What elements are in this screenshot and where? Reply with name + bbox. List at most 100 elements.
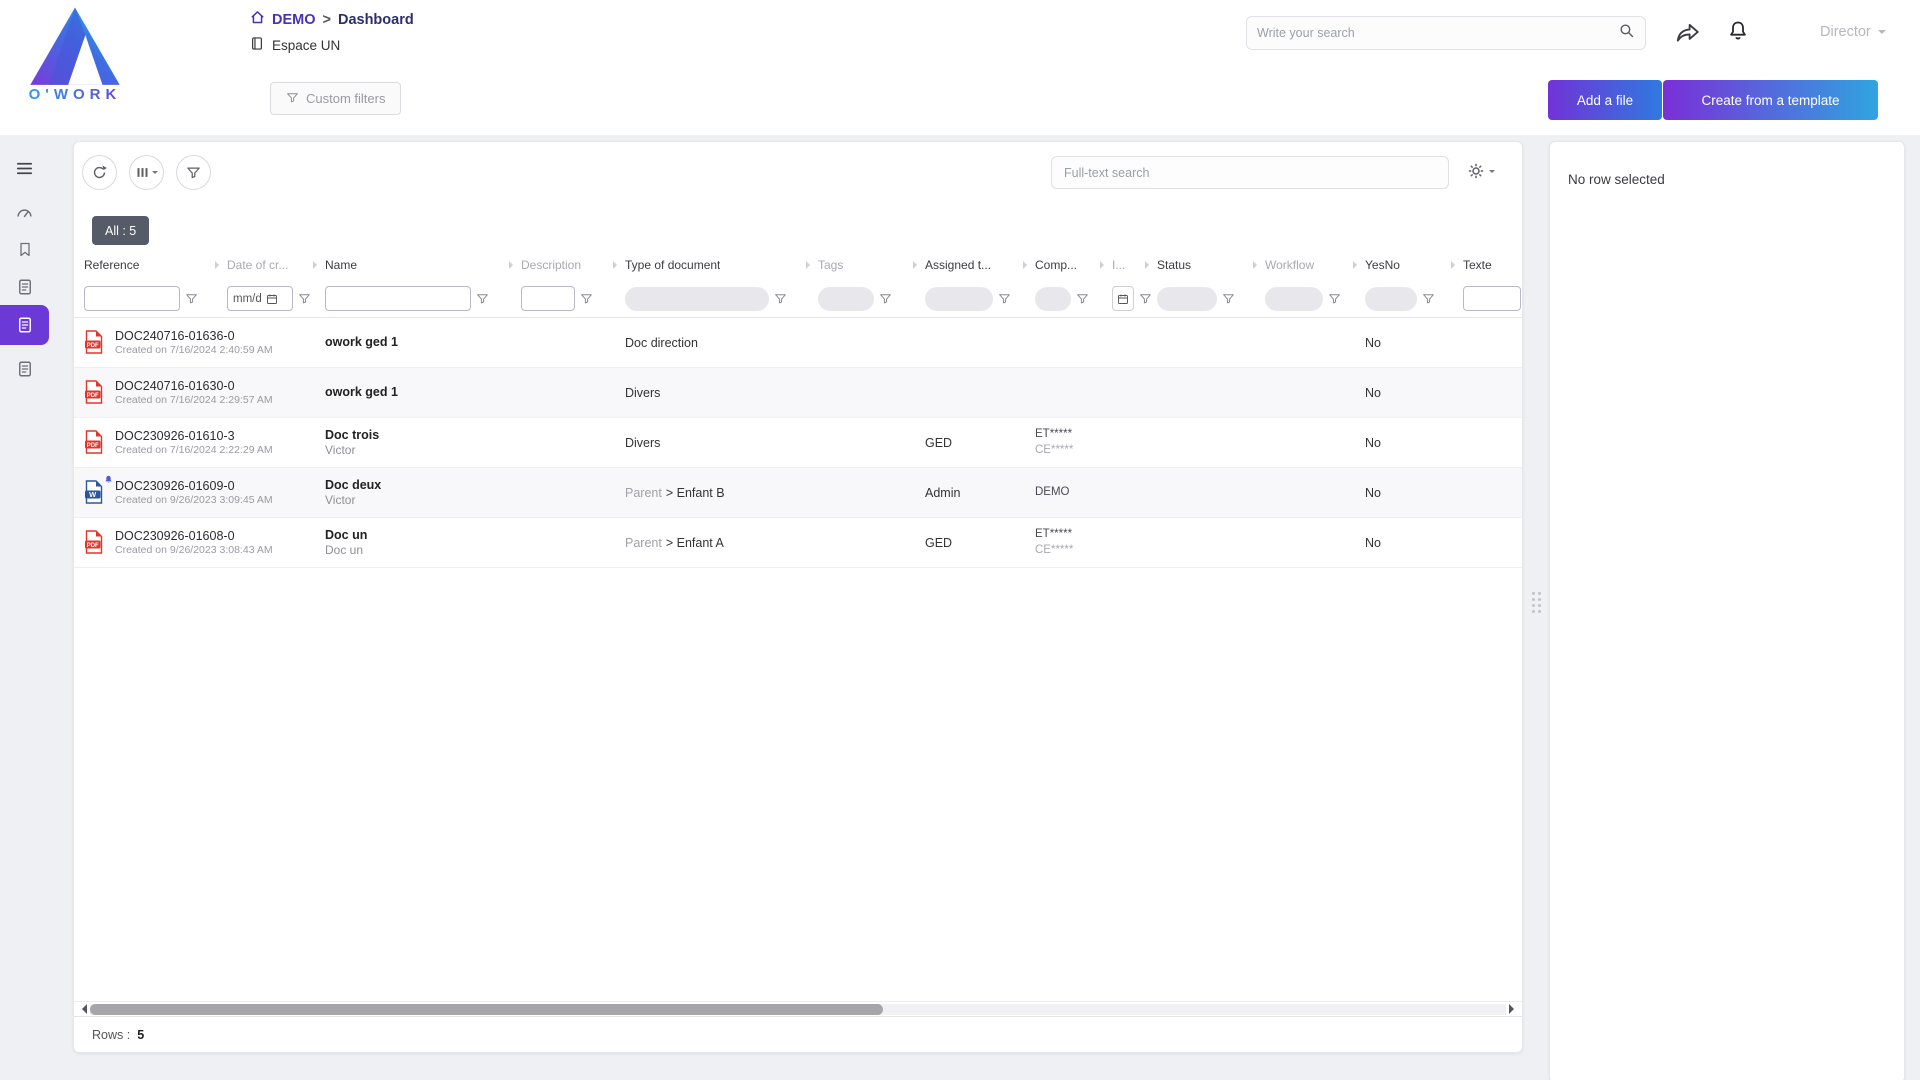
sort-arrow-icon — [1145, 261, 1153, 269]
column-picker-button[interactable] — [129, 155, 164, 190]
fulltext-search-input[interactable] — [1064, 166, 1436, 180]
column-header-date-of-cr[interactable]: Date of cr... — [227, 258, 325, 272]
svg-text:W: W — [89, 490, 97, 499]
panel-resize-handle[interactable] — [1532, 592, 1541, 613]
document-created-date: Created on 9/26/2023 3:08:43 AM — [115, 544, 273, 558]
scrollbar-track[interactable] — [90, 1004, 1506, 1015]
create-from-template-button[interactable]: Create from a template — [1663, 80, 1878, 120]
table-settings-button[interactable] — [1467, 162, 1495, 180]
document-subtitle: Victor — [325, 443, 379, 459]
table-row[interactable]: PDFDOC230926-01608-0Created on 9/26/2023… — [74, 518, 1522, 568]
table-row[interactable]: PDFDOC240716-01636-0Created on 7/16/2024… — [74, 318, 1522, 368]
table-row[interactable]: PDFDOC230926-01610-3Created on 7/16/2024… — [74, 418, 1522, 468]
document-type: > Enfant A — [666, 536, 724, 550]
cell-name: Doc deuxVictor — [325, 477, 521, 509]
breadcrumb-home[interactable]: DEMO — [272, 12, 316, 28]
filter-select-status[interactable] — [1157, 287, 1217, 311]
home-icon — [250, 10, 265, 29]
company-line: CE***** — [1035, 443, 1073, 459]
filter-funnel-icon[interactable] — [1076, 292, 1089, 305]
document-type-parent: Parent — [625, 536, 662, 550]
refresh-button[interactable] — [82, 155, 117, 190]
sidebar-item-1[interactable] — [0, 148, 49, 188]
user-role-label: Director — [1820, 24, 1871, 40]
filter-cell-i — [1112, 286, 1157, 311]
column-header-yesno[interactable]: YesNo — [1365, 258, 1463, 272]
filter-date-i[interactable] — [1112, 286, 1134, 311]
scrollbar-thumb[interactable] — [90, 1004, 883, 1015]
notifications-bell-icon[interactable] — [1726, 18, 1750, 49]
scroll-right-arrow-icon[interactable] — [1509, 1004, 1519, 1014]
column-header-i[interactable]: I... — [1112, 258, 1157, 272]
pdf-file-icon: PDF — [84, 380, 106, 404]
column-header-name[interactable]: Name — [325, 258, 521, 272]
filter-funnel-icon[interactable] — [580, 292, 593, 305]
custom-filters-button[interactable]: Custom filters — [270, 82, 401, 115]
filter-select-type-of-document[interactable] — [625, 287, 769, 311]
filter-funnel-icon[interactable] — [298, 292, 311, 305]
global-search-input[interactable] — [1257, 26, 1618, 40]
journal-icon — [16, 278, 34, 296]
filter-select-tags[interactable] — [818, 287, 874, 311]
app-root: O'WORK DEMO > Dashboard Espace UN — [0, 0, 1920, 1080]
assigned-to: GED — [925, 536, 952, 550]
table-row[interactable]: WDOC230926-01609-0Created on 9/26/2023 3… — [74, 468, 1522, 518]
filter-input-texte[interactable] — [1463, 286, 1521, 311]
filter-select-workflow[interactable] — [1265, 287, 1323, 311]
document-reference: DOC240716-01636-0 — [115, 328, 273, 344]
filter-funnel-icon[interactable] — [185, 292, 198, 305]
filter-funnel-icon[interactable] — [1422, 292, 1435, 305]
table-row[interactable]: PDFDOC240716-01630-0Created on 7/16/2024… — [74, 368, 1522, 418]
column-header-tags[interactable]: Tags — [818, 258, 925, 272]
column-header-comp[interactable]: Comp... — [1035, 258, 1112, 272]
filter-funnel-icon[interactable] — [476, 292, 489, 305]
column-header-type-of-document[interactable]: Type of document — [625, 258, 818, 272]
column-header-assigned-t[interactable]: Assigned t... — [925, 258, 1035, 272]
search-icon[interactable] — [1618, 22, 1635, 44]
sort-arrow-icon — [1023, 261, 1031, 269]
filter-input-reference[interactable] — [84, 286, 180, 311]
horizontal-scrollbar[interactable] — [74, 1001, 1522, 1016]
column-header-status[interactable]: Status — [1157, 258, 1265, 272]
user-role-menu[interactable]: Director — [1820, 24, 1886, 40]
filter-cell-yesno — [1365, 287, 1463, 311]
tab-all[interactable]: All : 5 — [92, 216, 149, 245]
column-header-texte[interactable]: Texte — [1463, 258, 1523, 272]
share-icon[interactable] — [1674, 20, 1702, 51]
filter-button[interactable] — [176, 155, 211, 190]
calendar-icon — [1117, 293, 1129, 305]
filter-select-assigned-t[interactable] — [925, 287, 993, 311]
filter-funnel-icon[interactable] — [774, 292, 787, 305]
column-label: Description — [521, 258, 581, 272]
custom-filters-label: Custom filters — [306, 91, 385, 106]
journal-icon — [16, 316, 34, 334]
filter-funnel-icon[interactable] — [1222, 292, 1235, 305]
filter-input-name[interactable] — [325, 286, 471, 311]
chevron-down-icon — [152, 171, 158, 177]
cell-comp: ET*****CE***** — [1035, 527, 1112, 558]
add-file-button[interactable]: Add a file — [1548, 80, 1662, 120]
sidebar-item-2[interactable] — [0, 192, 49, 232]
cell-name: Doc unDoc un — [325, 527, 521, 559]
filter-date-date-of-cr[interactable]: mm/d — [227, 286, 293, 311]
cell-yesno: No — [1365, 536, 1463, 550]
column-header-workflow[interactable]: Workflow — [1265, 258, 1365, 272]
column-header-description[interactable]: Description — [521, 258, 625, 272]
column-label: Tags — [818, 258, 843, 272]
filter-funnel-icon[interactable] — [879, 292, 892, 305]
cell-yesno: No — [1365, 486, 1463, 500]
owork-logo[interactable]: O'WORK — [14, 4, 136, 103]
filter-funnel-icon[interactable] — [998, 292, 1011, 305]
sidebar-item-3[interactable] — [0, 229, 49, 269]
sidebar-item-5[interactable] — [0, 305, 49, 345]
filter-input-description[interactable] — [521, 286, 575, 311]
filter-funnel-icon[interactable] — [1328, 292, 1341, 305]
funnel-icon — [286, 91, 299, 107]
column-header-reference[interactable]: Reference — [84, 258, 227, 272]
sidebar-item-6[interactable] — [0, 349, 49, 389]
scroll-left-arrow-icon[interactable] — [77, 1004, 87, 1014]
sidebar-item-4[interactable] — [0, 267, 49, 307]
filter-select-comp[interactable] — [1035, 287, 1071, 311]
filter-funnel-icon[interactable] — [1139, 292, 1152, 305]
filter-select-yesno[interactable] — [1365, 287, 1417, 311]
